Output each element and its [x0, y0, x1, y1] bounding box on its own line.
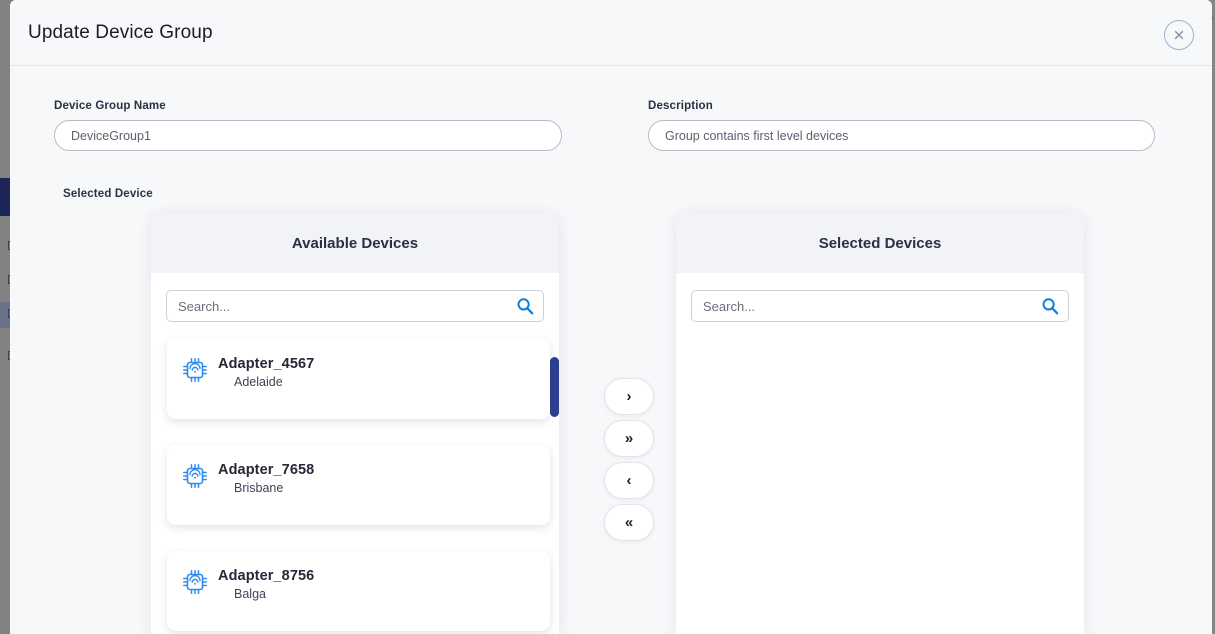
device-location: Adelaide	[234, 375, 314, 389]
update-device-group-modal: Update Device Group Device Group Name De…	[10, 0, 1212, 634]
available-devices-title: Available Devices	[292, 235, 418, 252]
device-card[interactable]: Adapter_4567 Adelaide	[167, 339, 550, 419]
device-name: Adapter_8756	[218, 567, 314, 585]
device-group-name-input[interactable]	[54, 120, 562, 151]
iot-chip-icon	[182, 463, 208, 489]
available-search-wrapper	[166, 290, 544, 322]
modal-header: Update Device Group	[10, 0, 1212, 66]
available-search-input[interactable]	[166, 290, 544, 322]
device-card[interactable]: Adapter_8756 Balga	[167, 551, 550, 631]
available-list-scrollbar[interactable]	[550, 339, 559, 634]
selected-devices-title: Selected Devices	[819, 235, 942, 252]
description-input[interactable]	[648, 120, 1155, 151]
selected-search-input[interactable]	[691, 290, 1069, 322]
device-location: Brisbane	[234, 481, 314, 495]
device-location: Balga	[234, 587, 314, 601]
description-field: Description	[648, 100, 1155, 151]
description-label: Description	[648, 100, 1155, 112]
move-all-left-button[interactable]: «	[604, 504, 654, 541]
iot-chip-icon	[182, 357, 208, 383]
move-right-button[interactable]: ›	[604, 378, 654, 415]
available-device-list[interactable]: Adapter_4567 Adelaide Adapter_7658 Brisbane…	[151, 335, 559, 634]
available-devices-header: Available Devices	[151, 213, 559, 273]
page-title: Update Device Group	[28, 22, 213, 44]
device-card-text: Adapter_7658 Brisbane	[218, 461, 314, 495]
iot-chip-icon	[182, 569, 208, 595]
transfer-button-group: › » ‹ «	[604, 378, 654, 546]
device-card-text: Adapter_8756 Balga	[218, 567, 314, 601]
device-name: Adapter_4567	[218, 355, 314, 373]
device-group-name-field: Device Group Name	[54, 100, 562, 151]
move-all-right-button[interactable]: »	[604, 420, 654, 457]
move-left-button[interactable]: ‹	[604, 462, 654, 499]
form-row: Device Group Name Description	[10, 100, 1212, 170]
selected-devices-header: Selected Devices	[676, 213, 1084, 273]
available-devices-panel: Available Devices Adapter_4567AdelaideAd…	[151, 213, 559, 634]
device-group-name-label: Device Group Name	[54, 100, 562, 112]
search-icon[interactable]	[1041, 297, 1059, 315]
available-devices-body: Adapter_4567 Adelaide Adapter_7658 Brisbane…	[151, 273, 559, 634]
selected-devices-panel: Selected Devices	[676, 213, 1084, 634]
selected-device-list[interactable]	[676, 335, 1084, 634]
close-icon[interactable]	[1164, 20, 1194, 50]
device-card[interactable]: Adapter_7658 Brisbane	[167, 445, 550, 525]
selected-device-section-label: Selected Device	[63, 188, 153, 200]
search-icon[interactable]	[516, 297, 534, 315]
available-list-scroll-thumb[interactable]	[550, 357, 559, 417]
device-card-text: Adapter_4567 Adelaide	[218, 355, 314, 389]
selected-search-wrapper	[691, 290, 1069, 322]
device-name: Adapter_7658	[218, 461, 314, 479]
selected-devices-body	[676, 273, 1084, 634]
